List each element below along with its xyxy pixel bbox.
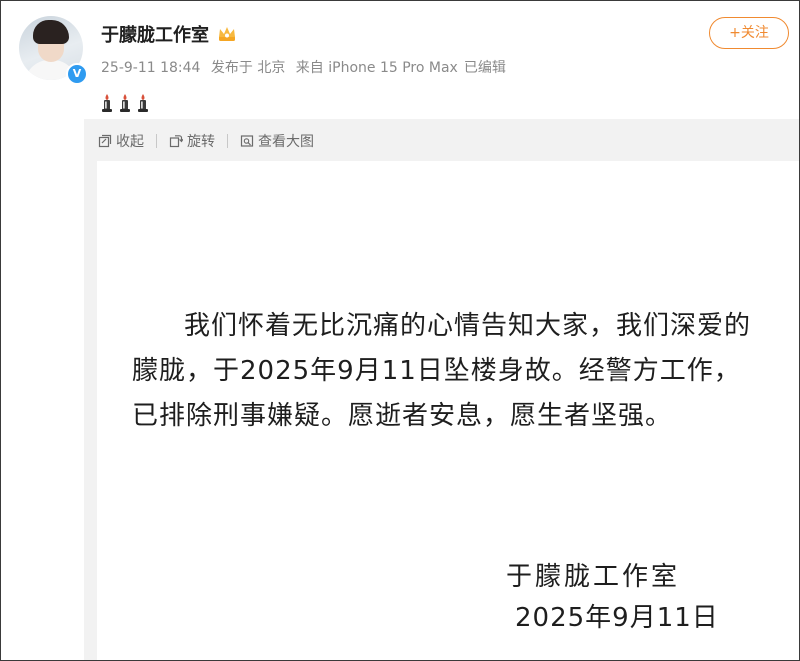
candle-icon (138, 94, 148, 112)
view-large-icon (240, 135, 254, 147)
verified-badge-icon: V (66, 63, 88, 85)
media-panel: 收起 旋转 查看大图 我们怀着无比沉痛的心情告知大家，我们深爱的朦胧，于2025… (84, 119, 799, 660)
rotate-button[interactable]: 旋转 (169, 131, 215, 151)
view-large-button[interactable]: 查看大图 (240, 131, 314, 151)
candle-icon (120, 94, 130, 112)
crown-icon (219, 27, 235, 41)
toolbar-divider (156, 134, 157, 148)
notice-body-text: 我们怀着无比沉痛的心情告知大家，我们深爱的朦胧，于2025年9月11日坠楼身故。… (132, 311, 752, 431)
candle-icon (102, 94, 112, 112)
post-source: 来自 iPhone 15 Pro Max (295, 60, 458, 76)
collapse-label: 收起 (116, 134, 144, 150)
post-image[interactable]: 我们怀着无比沉痛的心情告知大家，我们深爱的朦胧，于2025年9月11日坠楼身故。… (97, 161, 799, 660)
author-name[interactable]: 于朦胧工作室 (101, 21, 209, 47)
weibo-post: V 于朦胧工作室 25-9-11 18:44 发布于 北京 来自 iPhone … (0, 0, 800, 661)
edited-tag[interactable]: 已编辑 (464, 60, 506, 76)
rotate-icon (169, 135, 183, 148)
post-timestamp[interactable]: 25-9-11 18:44 (101, 60, 200, 76)
toolbar-divider (227, 134, 228, 148)
notice-signature: 于朦胧工作室 (506, 562, 681, 592)
post-meta: 25-9-11 18:44 发布于 北京 来自 iPhone 15 Pro Ma… (101, 57, 512, 77)
view-large-label: 查看大图 (258, 134, 314, 150)
post-location: 发布于 北京 (210, 60, 286, 76)
notice-date: 2025年9月11日 (515, 603, 719, 633)
follow-button[interactable]: +关注 (709, 17, 789, 49)
post-text-emoji (100, 93, 150, 113)
avatar-hair (33, 20, 69, 44)
collapse-icon (98, 134, 112, 148)
collapse-button[interactable]: 收起 (98, 131, 144, 151)
image-toolbar: 收起 旋转 查看大图 (98, 131, 314, 151)
rotate-label: 旋转 (187, 134, 215, 150)
